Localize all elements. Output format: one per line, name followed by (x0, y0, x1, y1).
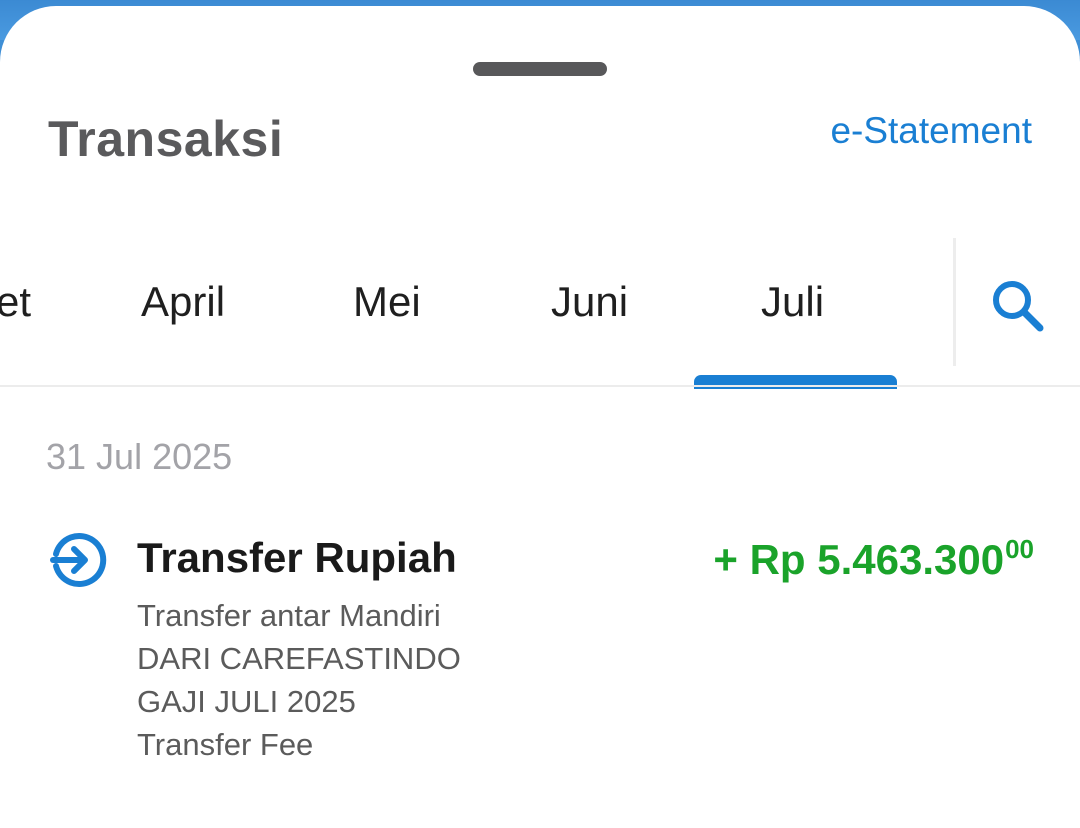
tab-bar-bottom-border (0, 385, 1080, 387)
transaction-amount-cents: 00 (1005, 534, 1034, 564)
e-statement-link[interactable]: e-Statement (830, 110, 1032, 152)
transaction-title: Transfer Rupiah (137, 534, 457, 581)
search-button[interactable] (988, 276, 1048, 336)
transaction-description-line: Transfer antar Mandiri (137, 598, 441, 633)
transaction-amount-main: + Rp 5.463.300 (713, 536, 1005, 583)
tab-maret[interactable]: et (0, 278, 31, 326)
transaction-description-line: Transfer Fee (137, 727, 314, 762)
transaction-description-line: DARI CAREFASTINDO (137, 641, 461, 676)
page-title: Transaksi (48, 111, 284, 167)
month-tab-bar: et April Mei Juni Juli (0, 238, 954, 386)
tab-mei[interactable]: Mei (353, 278, 421, 326)
tab-bar-divider (953, 238, 956, 366)
tab-april[interactable]: April (141, 278, 225, 326)
transaction-description-line: GAJI JULI 2025 (137, 684, 356, 719)
transaction-amount: + Rp 5.463.30000 (713, 534, 1034, 584)
transactions-bottom-sheet: Transaksi e-Statement et April Mei Juni … (0, 6, 1080, 828)
tab-juli[interactable]: Juli (761, 278, 824, 326)
drag-handle[interactable] (473, 62, 607, 76)
transfer-in-icon (50, 533, 107, 587)
search-icon (993, 281, 1044, 332)
tab-juni[interactable]: Juni (551, 278, 628, 326)
transaction-date-header: 31 Jul 2025 (46, 436, 233, 477)
